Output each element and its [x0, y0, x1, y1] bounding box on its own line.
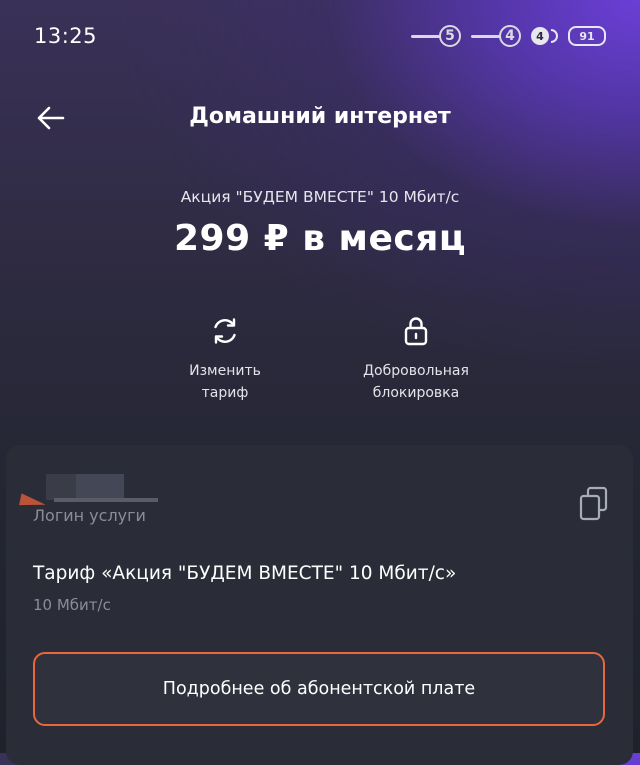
voluntary-block-label: Добровольная блокировка	[363, 363, 469, 401]
sim1-label: 5	[439, 25, 461, 47]
login-label: Логин услуги	[33, 506, 146, 525]
subscription-fee-details-button[interactable]: Подробнее об абонентской плате	[33, 652, 605, 726]
lock-icon	[404, 317, 428, 346]
back-button[interactable]	[30, 100, 70, 136]
service-card: Логин услуги Тариф «Акция "БУДЕМ ВМЕСТЕ"…	[6, 445, 633, 765]
tariff-price: 299 ₽ в месяц	[173, 218, 467, 259]
status-time: 13:25	[34, 24, 98, 48]
sim2-signal-icon: 4	[471, 25, 521, 47]
voluntary-block-button[interactable]: Добровольная блокировка	[336, 312, 496, 404]
page-title: Домашний интернет	[189, 104, 451, 129]
card-tariff-speed: 10 Мбит/с	[33, 596, 111, 614]
refresh-icon	[214, 318, 236, 344]
login-value-masked	[19, 474, 158, 511]
status-icons: 5 4 4 91	[411, 22, 606, 50]
change-tariff-label: Изменить тариф	[189, 363, 261, 401]
change-tariff-button[interactable]: Изменить тариф	[145, 312, 305, 404]
volume-icon: 4	[531, 27, 558, 45]
tariff-caption: Акция "БУДЕМ ВМЕСТЕ" 10 Мбит/с	[180, 188, 460, 206]
sim1-signal-icon: 5	[411, 25, 461, 47]
battery-icon: 91	[568, 26, 606, 46]
arrow-left-icon	[37, 106, 65, 130]
copy-button[interactable]	[577, 485, 611, 523]
sim2-label: 4	[499, 25, 521, 47]
volume-label: 4	[531, 27, 549, 45]
status-bar: 13:25 5 4 4 91	[0, 0, 640, 72]
copy-icon	[579, 486, 608, 521]
card-tariff-name: Тариф «Акция "БУДЕМ ВМЕСТЕ" 10 Мбит/с»	[33, 563, 457, 584]
